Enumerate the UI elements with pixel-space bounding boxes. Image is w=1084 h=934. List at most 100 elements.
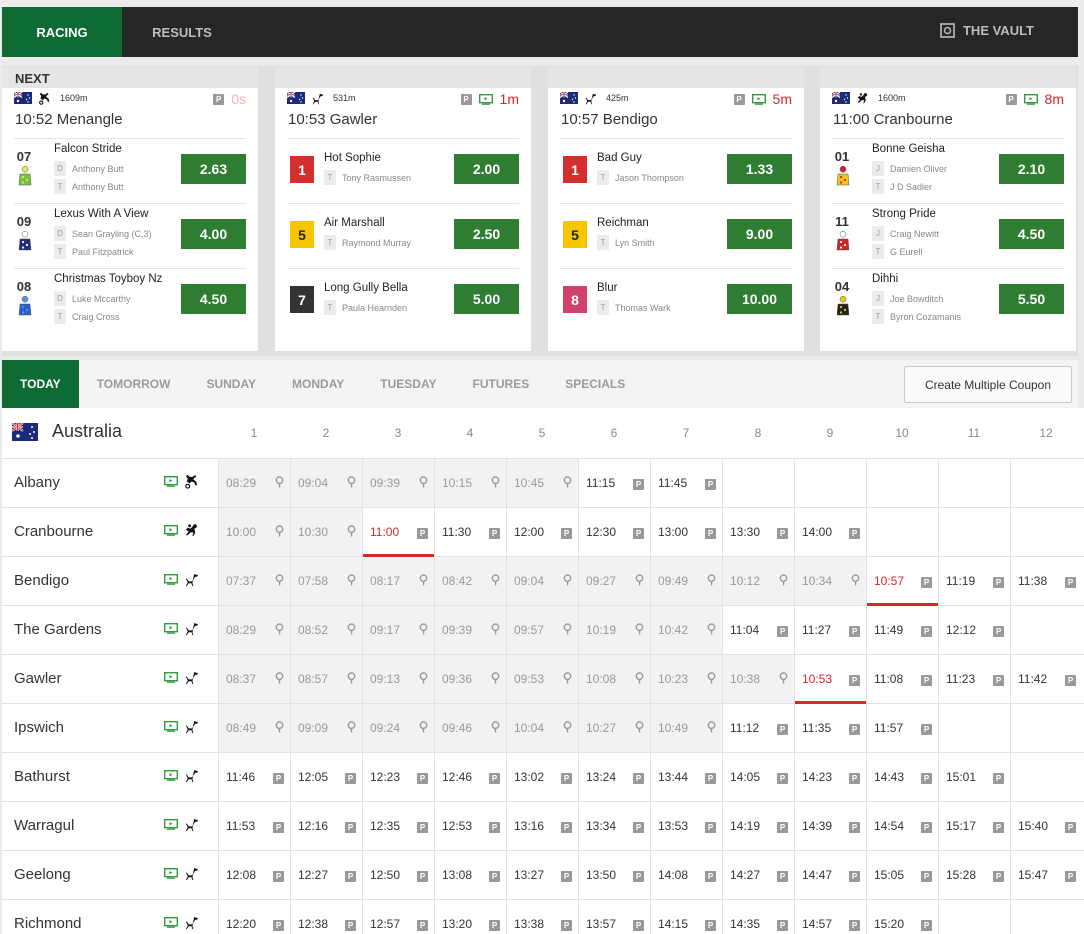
race-time-cell[interactable]: 14:08 P [650, 851, 722, 899]
race-time-cell[interactable]: 12:57 P [362, 900, 434, 934]
race-time-cell[interactable]: 11:35 P [794, 704, 866, 752]
odds-button[interactable]: 5.00 [454, 284, 519, 314]
live-tv-icon[interactable] [1023, 93, 1038, 105]
odds-button[interactable]: 2.10 [999, 154, 1064, 184]
odds-button[interactable]: 2.50 [454, 219, 519, 249]
race-time-cell[interactable]: 10:42 [650, 606, 722, 654]
race-time-cell[interactable]: 10:23 [650, 655, 722, 703]
odds-button[interactable]: 4.50 [999, 219, 1064, 249]
live-tv-icon[interactable] [164, 623, 178, 634]
tab-futures[interactable]: FUTURES [455, 360, 548, 408]
tab-today[interactable]: TODAY [2, 360, 79, 408]
live-tv-icon[interactable] [164, 672, 178, 683]
race-time-cell[interactable]: 11:57 P [866, 704, 938, 752]
race-time-cell[interactable]: 11:23 P [938, 655, 1010, 703]
race-time-cell[interactable]: 12:12 P [938, 606, 1010, 654]
race-time-cell[interactable]: 10:12 [722, 557, 794, 605]
race-time-cell[interactable]: 13:24 P [578, 753, 650, 801]
race-time-cell[interactable]: 12:50 P [362, 851, 434, 899]
race-time-cell[interactable]: 10:27 [578, 704, 650, 752]
race-time-cell[interactable]: 11:04 P [722, 606, 794, 654]
race-time-cell[interactable]: 09:49 [650, 557, 722, 605]
race-time-cell[interactable]: 07:58 [290, 557, 362, 605]
live-tv-icon[interactable] [751, 93, 766, 105]
race-time-cell[interactable]: 08:52 [290, 606, 362, 654]
race-title[interactable]: 10:57 Bendigo [548, 108, 804, 138]
race-time-cell[interactable]: 11:15 P [578, 459, 650, 507]
next-race-card[interactable]: 531m P 1m 10:53 Gawler 1 Hot Sophie T Tony Rasm… [275, 68, 531, 351]
odds-button[interactable]: 2.00 [454, 154, 519, 184]
tab-monday[interactable]: MONDAY [274, 360, 362, 408]
tab-tuesday[interactable]: TUESDAY [362, 360, 454, 408]
race-time-cell[interactable]: 14:57 P [794, 900, 866, 934]
race-time-cell[interactable]: 09:04 [290, 459, 362, 507]
venue-name[interactable]: Cranbourne [14, 523, 93, 540]
race-time-cell[interactable]: 09:24 [362, 704, 434, 752]
odds-button[interactable]: 9.00 [727, 219, 792, 249]
race-time-cell[interactable]: 11:46 P [218, 753, 290, 801]
venue-name[interactable]: Albany [14, 474, 60, 491]
live-tv-icon[interactable] [164, 525, 178, 536]
race-time-cell[interactable]: 11:42 P [1010, 655, 1082, 703]
race-time-cell[interactable]: 07:37 [218, 557, 290, 605]
race-time-cell[interactable]: 08:49 [218, 704, 290, 752]
venue-name[interactable]: Gawler [14, 670, 62, 687]
race-time-cell[interactable]: 08:42 [434, 557, 506, 605]
next-race-card[interactable]: NEXT 1609m P 0s 10:52 Menangle 07 Falcon Strid… [2, 68, 258, 351]
odds-button[interactable]: 1.33 [727, 154, 792, 184]
tab-results[interactable]: RESULTS [122, 7, 242, 57]
race-title[interactable]: 11:00 Cranbourne [820, 108, 1076, 138]
race-time-cell[interactable]: 14:35 P [722, 900, 794, 934]
race-time-cell[interactable]: 10:53 P [794, 655, 866, 704]
race-time-cell[interactable]: 11:53 P [218, 802, 290, 850]
race-time-cell[interactable]: 10:49 [650, 704, 722, 752]
race-time-cell[interactable]: 09:04 [506, 557, 578, 605]
race-time-cell[interactable]: 15:01 P [938, 753, 1010, 801]
race-time-cell[interactable]: 14:39 P [794, 802, 866, 850]
tab-sunday[interactable]: SUNDAY [188, 360, 274, 408]
race-time-cell[interactable]: 15:28 P [938, 851, 1010, 899]
race-time-cell[interactable]: 13:16 P [506, 802, 578, 850]
race-time-cell[interactable]: 10:34 [794, 557, 866, 605]
venue-name[interactable]: Bendigo [14, 572, 69, 589]
race-time-cell[interactable]: 14:05 P [722, 753, 794, 801]
race-time-cell[interactable]: 14:43 P [866, 753, 938, 801]
race-time-cell[interactable]: 10:08 [578, 655, 650, 703]
race-time-cell[interactable]: 13:00 P [650, 508, 722, 556]
race-time-cell[interactable]: 13:53 P [650, 802, 722, 850]
race-time-cell[interactable]: 13:08 P [434, 851, 506, 899]
race-time-cell[interactable]: 08:29 [218, 606, 290, 654]
venue-name[interactable]: Geelong [14, 866, 71, 883]
race-time-cell[interactable]: 14:47 P [794, 851, 866, 899]
race-time-cell[interactable]: 10:38 [722, 655, 794, 703]
race-time-cell[interactable]: 15:40 P [1010, 802, 1082, 850]
race-time-cell[interactable]: 12:35 P [362, 802, 434, 850]
venue-name[interactable]: Richmond [14, 915, 82, 932]
race-time-cell[interactable]: 12:46 P [434, 753, 506, 801]
venue-name[interactable]: Warragul [14, 817, 74, 834]
race-time-cell[interactable]: 10:45 [506, 459, 578, 507]
next-race-card[interactable]: 1600m P 8m 11:00 Cranbourne 01 Bonne Geisha J D… [820, 68, 1076, 351]
race-time-cell[interactable]: 12:27 P [290, 851, 362, 899]
tab-tomorrow[interactable]: TOMORROW [79, 360, 189, 408]
race-time-cell[interactable]: 10:30 [290, 508, 362, 556]
race-time-cell[interactable]: 10:19 [578, 606, 650, 654]
odds-button[interactable]: 5.50 [999, 284, 1064, 314]
race-title[interactable]: 10:53 Gawler [275, 108, 531, 138]
live-tv-icon[interactable] [478, 93, 493, 105]
race-time-cell[interactable]: 09:17 [362, 606, 434, 654]
race-time-cell[interactable]: 13:20 P [434, 900, 506, 934]
race-time-cell[interactable]: 09:39 [362, 459, 434, 507]
race-time-cell[interactable]: 09:57 [506, 606, 578, 654]
race-time-cell[interactable]: 11:30 P [434, 508, 506, 556]
race-time-cell[interactable]: 14:19 P [722, 802, 794, 850]
race-time-cell[interactable]: 14:23 P [794, 753, 866, 801]
race-time-cell[interactable]: 14:54 P [866, 802, 938, 850]
race-time-cell[interactable]: 10:04 [506, 704, 578, 752]
live-tv-icon[interactable] [164, 574, 178, 585]
race-time-cell[interactable]: 15:05 P [866, 851, 938, 899]
race-time-cell[interactable]: 13:57 P [578, 900, 650, 934]
live-tv-icon[interactable] [164, 770, 178, 781]
odds-button[interactable]: 4.00 [181, 219, 246, 249]
odds-button[interactable]: 10.00 [727, 284, 792, 314]
